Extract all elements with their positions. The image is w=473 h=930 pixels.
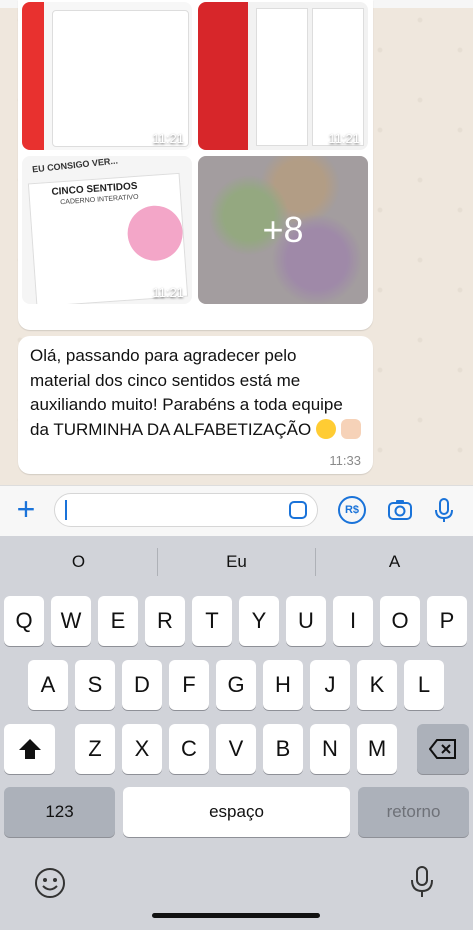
backspace-key[interactable]: [417, 724, 469, 774]
key-p[interactable]: P: [427, 596, 467, 646]
key-f[interactable]: F: [169, 660, 209, 710]
chat-area: 11:21 11:21 EU CONSIGO VER... CINCO SENT…: [0, 0, 473, 485]
key-k[interactable]: K: [357, 660, 397, 710]
message-text: Olá, passando para agradecer pelo materi…: [30, 344, 361, 442]
key-i[interactable]: I: [333, 596, 373, 646]
key-v[interactable]: V: [216, 724, 256, 774]
key-g[interactable]: G: [216, 660, 256, 710]
key-a[interactable]: A: [28, 660, 68, 710]
media-thumbnail-more[interactable]: +8: [198, 156, 368, 304]
attach-plus-button[interactable]: +: [12, 493, 40, 525]
clapping-hands-emoji-icon: [340, 418, 361, 439]
key-r[interactable]: R: [145, 596, 185, 646]
shift-arrow-icon: [18, 739, 41, 759]
key-h[interactable]: H: [263, 660, 303, 710]
dictation-microphone-icon[interactable]: [408, 865, 436, 899]
suggestion-bar: O Eu A: [0, 536, 473, 588]
media-time: 11:21: [152, 285, 184, 300]
text-caret: [65, 500, 67, 520]
suggestion-1[interactable]: O: [0, 536, 157, 588]
media-thumbnail-2[interactable]: 11:21: [198, 2, 368, 150]
grinning-emoji-icon: [315, 418, 336, 439]
key-m[interactable]: M: [357, 724, 397, 774]
microphone-icon[interactable]: [430, 496, 458, 524]
numbers-key[interactable]: 123: [4, 787, 115, 837]
media-time: 11:21: [152, 131, 184, 146]
key-n[interactable]: N: [310, 724, 350, 774]
thumbnail-wheel: [125, 203, 185, 263]
key-t[interactable]: T: [192, 596, 232, 646]
key-y[interactable]: Y: [239, 596, 279, 646]
thumbnail-sheet: [52, 10, 189, 147]
key-q[interactable]: Q: [4, 596, 44, 646]
suggestion-3[interactable]: A: [316, 536, 473, 588]
emoji-keyboard-icon[interactable]: [34, 867, 66, 899]
home-indicator[interactable]: [152, 913, 320, 918]
keyboard: O Eu A Q W E R T Y U I O P A S D F G H J…: [0, 536, 473, 930]
thumbnail-caption: EU CONSIGO VER...: [31, 156, 119, 175]
camera-icon[interactable]: [386, 496, 414, 524]
key-o[interactable]: O: [380, 596, 420, 646]
media-thumbnail-3[interactable]: EU CONSIGO VER... CINCO SENTIDOS CADERNO…: [22, 156, 192, 304]
message-time: 11:33: [329, 453, 361, 468]
key-u[interactable]: U: [286, 596, 326, 646]
shift-key[interactable]: [4, 724, 55, 774]
sticker-icon[interactable]: [289, 501, 307, 519]
key-j[interactable]: J: [310, 660, 350, 710]
message-body: Olá, passando para agradecer pelo materi…: [30, 346, 343, 439]
message-input[interactable]: [54, 493, 318, 527]
media-message-bubble[interactable]: 11:21 11:21 EU CONSIGO VER... CINCO SENT…: [18, 0, 373, 330]
space-key[interactable]: espaço: [123, 787, 350, 837]
return-key[interactable]: retorno: [358, 787, 469, 837]
key-d[interactable]: D: [122, 660, 162, 710]
key-x[interactable]: X: [122, 724, 162, 774]
key-w[interactable]: W: [51, 596, 91, 646]
key-l[interactable]: L: [404, 660, 444, 710]
media-thumbnail-1[interactable]: 11:21: [22, 2, 192, 150]
more-media-count: +8: [198, 156, 368, 304]
message-input-bar: + R$: [0, 485, 473, 536]
suggestion-2[interactable]: Eu: [158, 536, 315, 588]
backspace-icon: [428, 739, 456, 759]
thumbnail-sheet: [312, 8, 364, 146]
text-message-bubble[interactable]: Olá, passando para agradecer pelo materi…: [18, 336, 373, 474]
key-s[interactable]: S: [75, 660, 115, 710]
payment-button[interactable]: R$: [338, 496, 366, 524]
media-time: 11:21: [328, 131, 360, 146]
key-b[interactable]: B: [263, 724, 303, 774]
key-c[interactable]: C: [169, 724, 209, 774]
thumbnail-sheet: [256, 8, 308, 146]
key-z[interactable]: Z: [75, 724, 115, 774]
key-e[interactable]: E: [98, 596, 138, 646]
